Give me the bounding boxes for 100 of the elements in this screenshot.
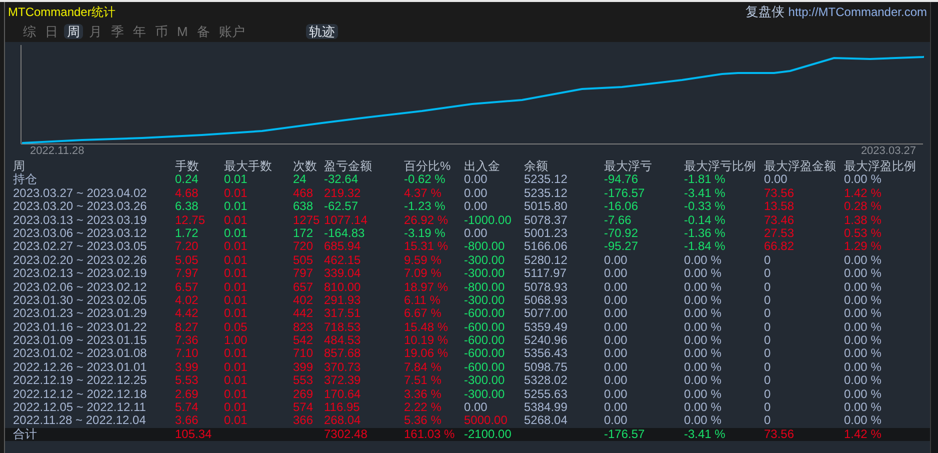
period-tab[interactable]: 年: [130, 24, 149, 39]
table-cell: 0.01: [224, 294, 248, 308]
column-header: 最大浮亏: [604, 160, 652, 174]
table-cell: -600.00: [464, 320, 505, 334]
table-cell: 0.01: [224, 401, 248, 414]
table-cell: 0.00 %: [844, 267, 882, 281]
period-tab[interactable]: M: [174, 24, 191, 39]
table-cell: 15.31 %: [404, 240, 448, 254]
table-cell: -300.00: [464, 294, 505, 308]
period-tab[interactable]: 币: [152, 24, 171, 39]
table-cell: -600.00: [464, 360, 505, 374]
table-cell: 5240.96: [524, 334, 568, 348]
table-cell: 1.00: [224, 334, 248, 348]
table-cell: 505: [293, 254, 314, 268]
period-tab[interactable]: 账户: [216, 24, 248, 39]
table-cell: 0.00 %: [684, 388, 722, 402]
table-cell: -176.57: [604, 428, 645, 442]
table-cell: 5280.12: [524, 254, 568, 268]
period-tab[interactable]: 综: [20, 24, 39, 39]
website-link[interactable]: http://MTCommander.com: [788, 2, 927, 20]
table-cell: 5268.04: [524, 414, 568, 428]
table-cell: 12.75: [175, 214, 206, 227]
table-cell: 0.00 %: [684, 307, 722, 321]
column-header: 最大手数: [224, 160, 272, 174]
table-cell: 0.00 %: [684, 360, 722, 374]
table-cell: 5166.06: [524, 240, 568, 254]
table-cell: 0.00: [604, 414, 628, 428]
table-cell: 0.00: [604, 401, 628, 414]
table-cell: 718.53: [324, 320, 361, 334]
column-header: 周: [13, 160, 25, 173]
table-cell: 0.00 %: [844, 173, 882, 187]
row-label: 2023.01.16 ~ 2023.01.22: [13, 320, 147, 334]
track-button[interactable]: 轨迹: [306, 24, 338, 39]
table-cell: 6.38: [175, 200, 198, 214]
table-cell: 0: [764, 414, 771, 428]
table-cell: 5235.12: [524, 173, 568, 187]
table-cell: -600.00: [464, 347, 505, 361]
table-cell: 0: [764, 388, 771, 402]
row-label: 2023.02.27 ~ 2023.03.05: [13, 240, 147, 254]
table-cell: 1.38 %: [844, 214, 882, 227]
column-header: 最大浮盈金额: [764, 160, 836, 174]
period-tab[interactable]: 周: [64, 24, 83, 39]
table-cell: 0: [764, 267, 771, 281]
table-cell: 0: [764, 360, 771, 374]
table-cell: 6.57: [175, 280, 198, 294]
table-cell: 5000.00: [464, 414, 508, 428]
period-tab[interactable]: 月: [86, 24, 105, 39]
row-label: 2023.03.20 ~ 2023.03.26: [13, 200, 147, 214]
table-cell: 0.00 %: [684, 320, 722, 334]
table-cell: 4.68: [175, 186, 198, 200]
table-cell: -7.66: [604, 214, 632, 227]
table-cell: 542: [293, 334, 314, 348]
table-cell: -2100.00: [464, 428, 512, 442]
table-cell: 9.59 %: [404, 254, 442, 268]
table-cell: 4.02: [175, 294, 198, 308]
table-cell: 4.37 %: [404, 186, 442, 200]
table-cell: 5356.43: [524, 347, 568, 361]
table-cell: 5359.49: [524, 320, 568, 334]
table-cell: 73.56: [764, 186, 794, 200]
period-tab[interactable]: 备: [194, 24, 213, 39]
table-cell: 484.53: [324, 334, 361, 348]
table-cell: -800.00: [464, 280, 505, 294]
period-tab[interactable]: 季: [108, 24, 127, 39]
table-cell: 7.97: [175, 267, 198, 281]
table-cell: 0.01: [224, 414, 248, 428]
table-cell: -1.81 %: [684, 173, 726, 187]
table-cell: 0.01: [224, 240, 248, 254]
table-cell: 0.01: [224, 186, 248, 200]
table-cell: 0.00 %: [844, 254, 882, 268]
table-cell: -300.00: [464, 267, 505, 281]
table-cell: 3.66: [175, 414, 198, 428]
table-cell: 710: [293, 347, 314, 361]
end-date-label: 2023.03.27: [860, 145, 916, 158]
row-label: 2023.02.13 ~ 2023.02.19: [13, 267, 147, 281]
period-tab[interactable]: 日: [42, 24, 61, 39]
table-cell: 685.94: [324, 240, 361, 254]
row-label: 2022.12.05 ~ 2022.12.11: [13, 401, 146, 414]
table-cell: 5077.00: [524, 307, 568, 321]
table-cell: 462.15: [324, 254, 361, 268]
table-cell: 0.01: [224, 254, 248, 268]
table-cell: 170.64: [324, 388, 361, 402]
table-cell: 172: [293, 226, 314, 240]
table-cell: 5384.99: [524, 401, 568, 414]
table-cell: 2.69: [175, 388, 198, 402]
table-cell: 4.42: [175, 307, 198, 321]
table-cell: 0.01: [224, 307, 248, 321]
table-cell: 339.04: [324, 267, 361, 281]
table-cell: 13.58: [764, 200, 794, 214]
table-cell: 0.00 %: [844, 307, 882, 321]
table-cell: 0.00: [464, 226, 488, 240]
table-cell: 7.09 %: [404, 267, 442, 281]
table-cell: 66.82: [764, 240, 794, 254]
table-cell: 638: [293, 200, 314, 214]
table-cell: 26.92 %: [404, 214, 448, 227]
table-cell: 0.00: [604, 267, 628, 281]
table-cell: -0.33 %: [684, 200, 726, 214]
table-cell: 3.99: [175, 360, 198, 374]
table-cell: 7302.48: [324, 428, 368, 442]
table-cell: 8.27: [175, 320, 198, 334]
table-cell: 0.01: [224, 200, 248, 214]
